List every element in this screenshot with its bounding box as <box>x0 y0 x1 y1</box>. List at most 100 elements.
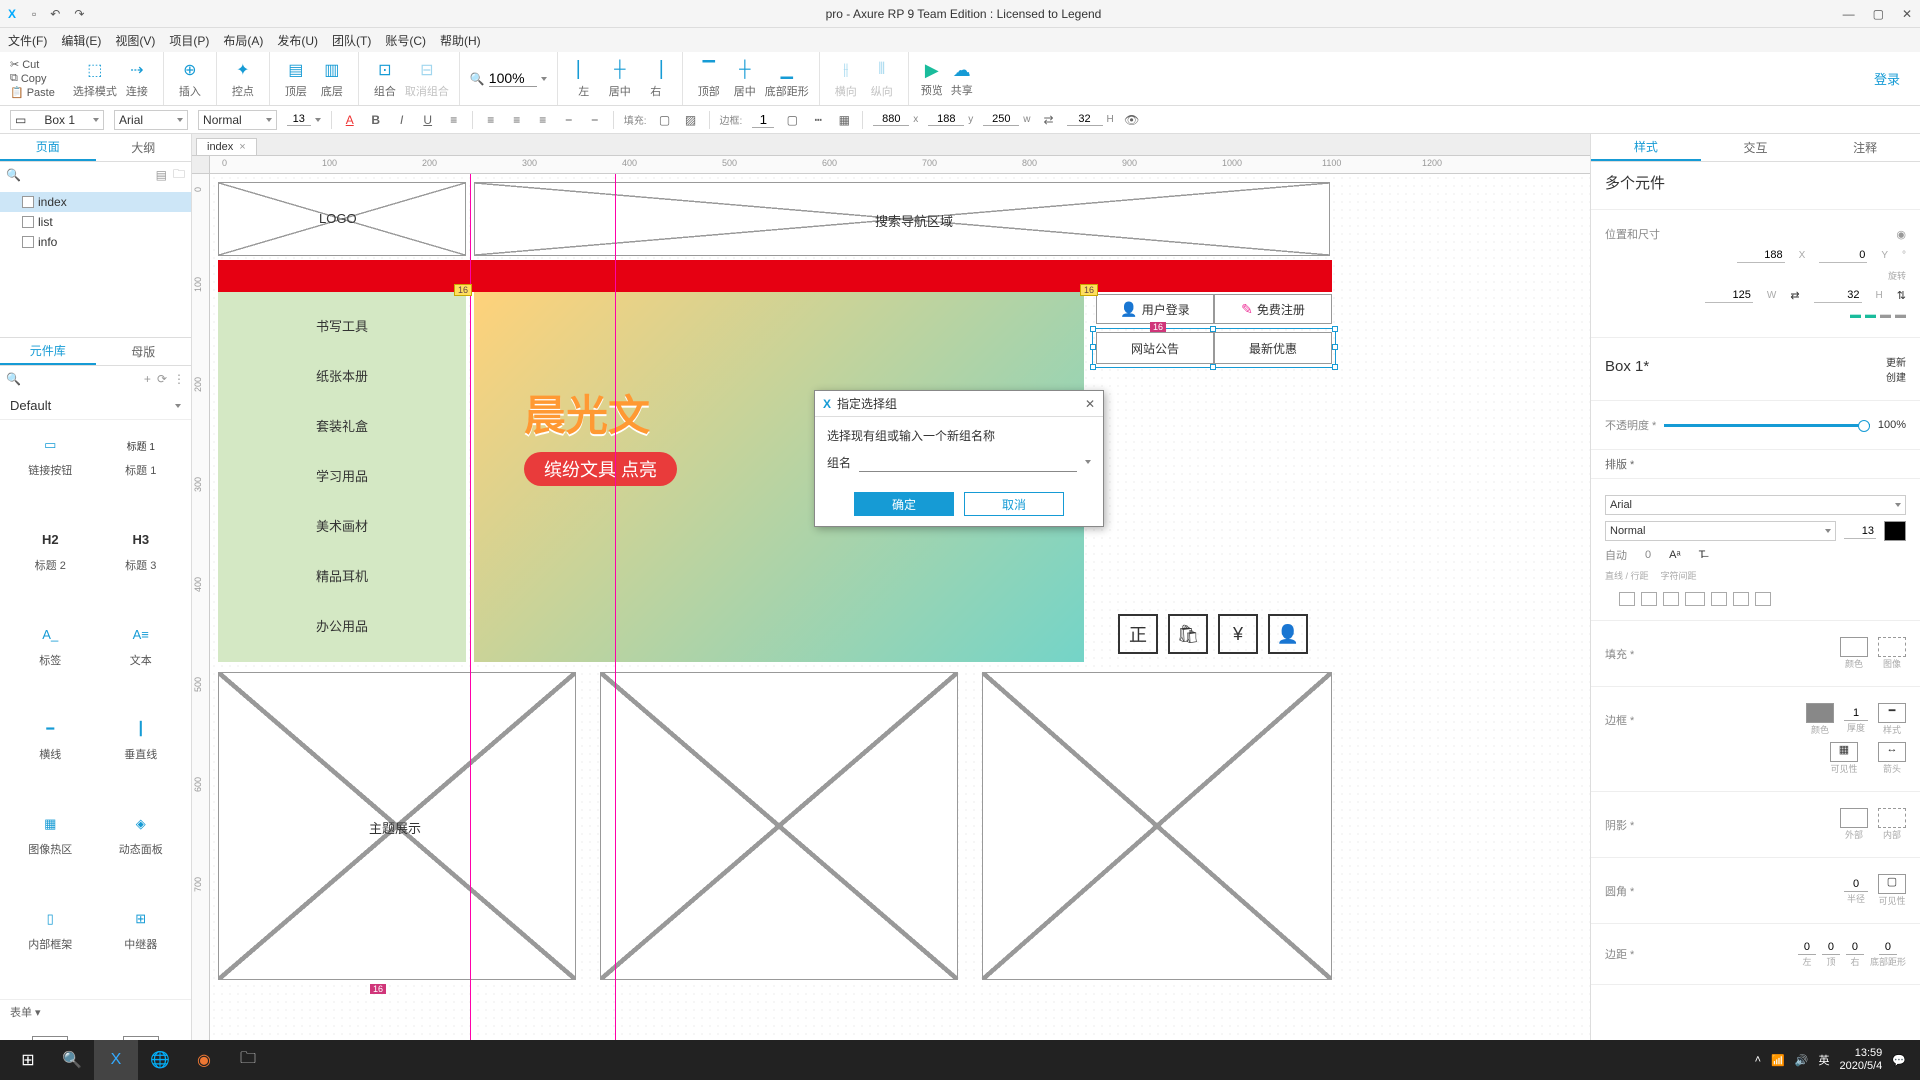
register-button[interactable]: ✎免费注册 <box>1214 294 1332 324</box>
menu-edit[interactable]: 编辑(E) <box>61 32 101 49</box>
close-tab-icon[interactable]: × <box>239 141 245 153</box>
weight-select[interactable]: Normal <box>198 110 277 130</box>
fill-image-swatch[interactable] <box>1878 637 1906 657</box>
style-font-select[interactable]: Arial <box>1605 495 1906 515</box>
theme-box-3[interactable] <box>982 672 1332 980</box>
cancel-button[interactable]: 取消 <box>964 492 1064 516</box>
halign-left-icon[interactable]: ≡ <box>483 112 499 128</box>
align-bottom-button[interactable]: ▁底部距形 <box>765 59 809 99</box>
widget-linkbutton[interactable]: ▭链接按钮 <box>8 428 93 517</box>
text-style-icon[interactable]: T̶ <box>1699 549 1706 561</box>
menu-file[interactable]: 文件(F) <box>8 32 47 49</box>
guide-line[interactable] <box>615 174 616 1040</box>
visibility-icon[interactable]: ◉ <box>1896 228 1906 241</box>
border-width-input[interactable] <box>752 112 774 128</box>
user-login-button[interactable]: 👤用户登录 <box>1096 294 1214 324</box>
feature-icon-3[interactable]: ¥ <box>1218 614 1258 654</box>
widget-iframe[interactable]: ▯内部框架 <box>8 902 93 991</box>
align-vcenter-button[interactable]: ┼居中 <box>729 59 761 99</box>
taskbar-app-explorer[interactable]: 🗀 <box>226 1040 270 1080</box>
w-input[interactable] <box>983 113 1019 126</box>
widget-hline[interactable]: ━横线 <box>8 712 93 801</box>
taskbar-app-axure[interactable]: X <box>94 1040 138 1080</box>
fontsize-input[interactable] <box>287 113 311 126</box>
border-thick-input[interactable] <box>1844 706 1868 721</box>
search-icon[interactable]: 🔍 <box>6 168 21 182</box>
feature-icon-4[interactable]: 👤 <box>1268 614 1308 654</box>
valign-icon[interactable] <box>1755 592 1771 606</box>
tab-style[interactable]: 样式 <box>1591 134 1701 161</box>
radius-vis[interactable]: ▢ <box>1878 874 1906 894</box>
valign-icon[interactable] <box>1711 592 1727 606</box>
dist-h-button[interactable]: ⫲横向 <box>830 59 862 99</box>
search-area[interactable]: 搜索导航区域 <box>474 182 1330 256</box>
page-item-index[interactable]: index <box>0 192 191 212</box>
valign-icon[interactable] <box>1733 592 1749 606</box>
margin-b-input[interactable] <box>1879 940 1897 955</box>
close-icon[interactable]: ✕ <box>1902 7 1912 21</box>
group-name-input[interactable] <box>859 452 1077 472</box>
nav-item[interactable]: 办公用品 <box>218 616 466 635</box>
widget-heading3[interactable]: H3标题 3 <box>99 523 184 612</box>
valign-icon[interactable]: ⎯ <box>561 112 577 128</box>
margin-l-input[interactable] <box>1798 940 1816 955</box>
border-vis-swatch[interactable]: ▦ <box>1830 742 1858 762</box>
margin-t-input[interactable] <box>1822 940 1840 955</box>
nav-item[interactable]: 纸张本册 <box>218 366 466 385</box>
widget-repeater[interactable]: ⊞中继器 <box>99 902 184 991</box>
h-input[interactable] <box>1067 113 1103 126</box>
style-weight-select[interactable]: Normal <box>1605 521 1836 541</box>
halign-right-icon[interactable]: ≡ <box>535 112 551 128</box>
valign2-icon[interactable]: ⎯ <box>587 112 603 128</box>
fill-color-swatch[interactable] <box>1840 637 1868 657</box>
zoom-input[interactable] <box>489 70 537 87</box>
style-y-input[interactable] <box>1819 248 1867 263</box>
fontcolor-icon[interactable]: A <box>342 112 358 128</box>
notifications-icon[interactable]: 💬 <box>1892 1054 1906 1067</box>
fill-image-icon[interactable]: ▨ <box>683 112 699 128</box>
taskbar-app-2[interactable]: ◉ <box>182 1040 226 1080</box>
tray-network-icon[interactable]: 📶 <box>1771 1054 1785 1067</box>
search-icon[interactable]: 🔍 <box>6 372 21 386</box>
style-w-input[interactable] <box>1705 288 1753 303</box>
margin-r-input[interactable] <box>1846 940 1864 955</box>
menu-publish[interactable]: 发布(U) <box>277 32 318 49</box>
halign-center-icon[interactable]: ≡ <box>509 112 525 128</box>
widget-vline[interactable]: ┃垂直线 <box>99 712 184 801</box>
add-folder-icon[interactable]: 🗀 <box>173 165 185 186</box>
style-x-input[interactable] <box>1737 248 1785 263</box>
widget-label[interactable]: A_标签 <box>8 618 93 707</box>
align-icon[interactable] <box>1641 592 1657 606</box>
login-button[interactable]: 登录 <box>1874 69 1910 88</box>
bold-icon[interactable]: B <box>368 112 384 128</box>
zoom-control[interactable]: 🔍 <box>470 70 547 87</box>
save-icon[interactable]: ▫ <box>32 7 36 21</box>
widget-hotspot[interactable]: ▦图像热区 <box>8 807 93 896</box>
style-size-input[interactable] <box>1844 524 1876 539</box>
tray-ime[interactable]: 英 <box>1818 1052 1829 1068</box>
insert-button[interactable]: ⊕插入 <box>174 59 206 99</box>
nav-item[interactable]: 学习用品 <box>218 466 466 485</box>
underline-icon[interactable]: U <box>420 112 436 128</box>
fill-color-icon[interactable]: ▢ <box>657 112 673 128</box>
widget-text[interactable]: A≡文本 <box>99 618 184 707</box>
canvas[interactable]: LOGO 搜索导航区域 16 16 书写工具 纸张本册 套装礼盒 学习用品 美术… <box>210 174 1590 1040</box>
taskbar-clock[interactable]: 13:592020/5/4 <box>1839 1047 1882 1073</box>
refresh-icon[interactable]: ⟳ <box>157 372 167 386</box>
more-icon[interactable]: ⋮ <box>173 372 185 386</box>
file-tab-index[interactable]: index× <box>196 138 257 155</box>
paste-button[interactable]: 📋 Paste <box>10 86 55 99</box>
layer-top-button[interactable]: ▤顶层 <box>280 59 312 99</box>
nav-item[interactable]: 套装礼盒 <box>218 416 466 435</box>
alignment-icon[interactable]: ▬ <box>1865 309 1876 321</box>
select-mode-button[interactable]: ⬚选择模式 <box>73 59 117 99</box>
tab-library[interactable]: 元件库 <box>0 338 96 365</box>
redo-icon[interactable]: ↷ <box>74 7 84 21</box>
undo-icon[interactable]: ↶ <box>50 7 60 21</box>
add-page-icon[interactable]: ▤ <box>156 168 167 182</box>
border-style-icon[interactable]: ┅ <box>810 112 826 128</box>
page-item-list[interactable]: list <box>0 212 191 232</box>
widget-heading1[interactable]: 标题 1标题 1 <box>99 428 184 517</box>
border-color-icon[interactable]: ▢ <box>784 112 800 128</box>
tab-masters[interactable]: 母版 <box>96 338 192 365</box>
